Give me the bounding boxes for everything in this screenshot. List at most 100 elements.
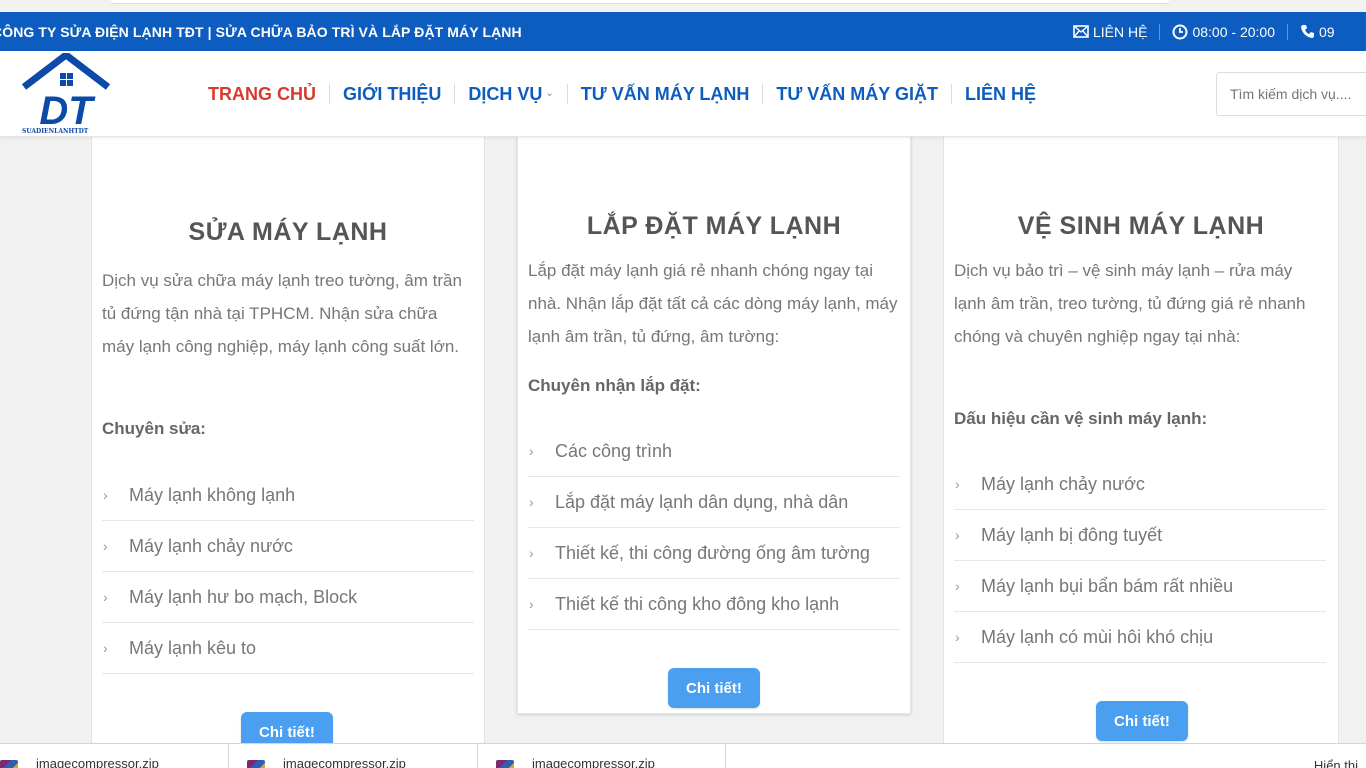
hours-label: 08:00 - 20:00 — [1192, 23, 1275, 40]
service-card-cleaning: VỆ SINH MÁY LẠNH Dịch vụ bảo trì – vệ si… — [943, 137, 1339, 743]
card-description: Lắp đặt máy lạnh giá rẻ nhanh chóng ngay… — [528, 261, 898, 346]
list-item: › Thiết kế thi công kho đông kho lạnh — [528, 579, 900, 630]
card-subheading: Chuyên nhận lắp đặt: — [528, 376, 701, 395]
contact-label: LIÊN HỆ — [1093, 23, 1148, 40]
download-item[interactable]: imagecompressor.zip — [478, 744, 726, 768]
chevron-right-icon: › — [529, 494, 534, 510]
phone-label: 09 — [1318, 23, 1335, 40]
main-nav: TRANG CHỦ GIỚI THIỆU DỊCH VỤ ⌄ TƯ VẤN MÁY… — [200, 51, 1049, 137]
list-item-label: Máy lạnh không lạnh — [129, 484, 296, 505]
chevron-right-icon: › — [955, 578, 960, 594]
services-section: SỬA MÁY LẠNH Dịch vụ sửa chữa máy lạnh t… — [0, 137, 1366, 743]
zip-file-icon — [0, 760, 18, 768]
browser-top-strip — [0, 0, 1366, 12]
zip-file-icon — [247, 760, 265, 768]
list-item: › Máy lạnh có mùi hôi khó chịu — [954, 612, 1326, 663]
card-subheading: Chuyên sửa: — [102, 419, 206, 438]
chevron-right-icon: › — [955, 629, 960, 645]
card-description: Dịch vụ bảo trì – vệ sinh máy lạnh – rửa… — [954, 261, 1306, 346]
detail-button[interactable]: Chi tiết! — [1096, 701, 1188, 741]
list-item: › Các công trình — [528, 426, 900, 477]
list-item: › Máy lạnh kêu to — [102, 623, 474, 674]
list-item: › Máy lạnh bụi bẩn bám rất nhiều — [954, 561, 1326, 612]
nav-washer-advice-label: TƯ VẤN MÁY GIẶT — [776, 84, 938, 104]
list-item-label: Lắp đặt máy lạnh dân dụng, nhà dân — [555, 491, 849, 512]
top-bar: CÔNG TY SỬA ĐIỆN LẠNH TĐT | SỬA CHỮA BẢO… — [0, 12, 1366, 51]
chevron-right-icon: › — [529, 596, 534, 612]
list-item: › Máy lạnh bị đông tuyết — [954, 510, 1326, 561]
envelope-icon — [1073, 25, 1089, 38]
chevron-right-icon: › — [103, 487, 108, 503]
site-header: DT SUADIENLANHTDT TRANG CHỦ GIỚI THIỆU D… — [0, 50, 1366, 137]
show-all-downloads[interactable]: Hiển thị — [1314, 758, 1358, 768]
card-list: › Các công trình › Lắp đặt máy lạnh dân dụ… — [528, 426, 900, 630]
nav-contact[interactable]: LIÊN HỆ — [950, 84, 1049, 104]
download-filename: imagecompressor.zip — [283, 756, 406, 768]
page-top-edge — [110, 0, 1170, 4]
download-item[interactable]: imagecompressor.zip — [229, 744, 478, 768]
zip-file-icon — [496, 760, 514, 768]
list-item-label: Máy lạnh chảy nước — [981, 473, 1145, 494]
chevron-right-icon: › — [955, 476, 960, 492]
nav-home[interactable]: TRANG CHỦ — [200, 84, 329, 104]
nav-washer-advice[interactable]: TƯ VẤN MÁY GIẶT — [762, 84, 951, 104]
card-list: › Máy lạnh không lạnh › Máy lạnh chảy nước… — [102, 470, 474, 674]
list-item-label: Máy lạnh có mùi hôi khó chịu — [981, 626, 1214, 647]
service-card-install: LẮP ĐẶT MÁY LẠNH Lắp đặt máy lạnh giá rẻ… — [517, 137, 911, 714]
phone-link[interactable]: 09 — [1286, 23, 1347, 40]
card-description: Dịch vụ sửa chữa máy lạnh treo tường, âm… — [102, 271, 462, 356]
topbar-contact-group: LIÊN HỆ 08:00 - 20:00 09 — [1070, 23, 1347, 40]
list-item: › Máy lạnh chảy nước — [954, 459, 1326, 510]
nav-about-label: GIỚI THIỆU — [343, 84, 442, 104]
logo-caption: SUADIENLANHTDT — [22, 128, 89, 135]
search-input[interactable] — [1216, 72, 1366, 116]
chevron-right-icon: › — [103, 640, 108, 656]
card-title: VỆ SINH MÁY LẠNH — [1017, 212, 1265, 240]
card-title: LẮP ĐẶT MÁY LẠNH — [586, 212, 842, 240]
detail-button[interactable]: Chi tiết! — [241, 712, 333, 743]
phone-icon — [1300, 25, 1314, 38]
nav-home-label: TRANG CHỦ — [208, 84, 316, 104]
contact-link[interactable]: LIÊN HỆ — [1070, 24, 1159, 40]
chevron-right-icon: › — [529, 545, 534, 561]
nav-services-label: DỊCH VỤ — [468, 84, 543, 104]
list-item: › Lắp đặt máy lạnh dân dụng, nhà dân — [528, 477, 900, 528]
download-filename: imagecompressor.zip — [36, 756, 159, 768]
list-item: › Thiết kế, thi công đường ống âm tường — [528, 528, 900, 579]
chevron-right-icon: › — [529, 443, 534, 459]
chevron-down-icon: ⌄ — [545, 88, 554, 99]
card-title: SỬA MÁY LẠNH — [188, 218, 388, 246]
detail-button[interactable]: Chi tiết! — [668, 668, 760, 708]
download-item[interactable]: imagecompressor.zip — [0, 744, 229, 768]
clock-icon — [1172, 24, 1188, 39]
list-item: › Máy lạnh hư bo mạch, Block — [102, 572, 474, 623]
list-item: › Máy lạnh không lạnh — [102, 470, 474, 521]
nav-about[interactable]: GIỚI THIỆU — [329, 84, 454, 104]
chevron-right-icon: › — [955, 527, 960, 543]
list-item-label: Thiết kế, thi công đường ống âm tường — [555, 542, 870, 563]
nav-contact-label: LIÊN HỆ — [964, 84, 1036, 104]
hours-info: 08:00 - 20:00 — [1159, 23, 1287, 40]
card-subheading: Dấu hiệu cần vệ sinh máy lạnh: — [954, 409, 1208, 428]
list-item-label: Máy lạnh hư bo mạch, Block — [129, 586, 358, 607]
download-filename: imagecompressor.zip — [532, 756, 655, 768]
card-list: › Máy lạnh chảy nước › Máy lạnh bị đông tu… — [954, 459, 1326, 663]
list-item-label: Máy lạnh bụi bẩn bám rất nhiều — [981, 575, 1234, 596]
download-bar: imagecompressor.zip imagecompressor.zip … — [0, 743, 1366, 768]
logo-letters: DT — [39, 89, 96, 127]
list-item-label: Thiết kế thi công kho đông kho lạnh — [555, 593, 840, 614]
company-title: CÔNG TY SỬA ĐIỆN LẠNH TĐT | SỬA CHỮA BẢO… — [0, 23, 522, 40]
list-item-label: Các công trình — [555, 440, 673, 461]
list-item-label: Máy lạnh bị đông tuyết — [981, 524, 1163, 545]
nav-ac-advice[interactable]: TƯ VẤN MÁY LẠNH — [566, 84, 763, 104]
house-logo-icon: DT — [21, 50, 111, 133]
chevron-right-icon: › — [103, 589, 108, 605]
chevron-right-icon: › — [103, 538, 108, 554]
list-item: › Máy lạnh chảy nước — [102, 521, 474, 572]
list-item-label: Máy lạnh chảy nước — [129, 535, 293, 556]
list-item-label: Máy lạnh kêu to — [129, 637, 257, 658]
nav-ac-advice-label: TƯ VẤN MÁY LẠNH — [580, 84, 750, 104]
service-card-repair: SỬA MÁY LẠNH Dịch vụ sửa chữa máy lạnh t… — [91, 137, 485, 743]
site-logo[interactable]: DT SUADIENLANHTDT — [20, 50, 112, 135]
nav-services[interactable]: DỊCH VỤ ⌄ — [454, 84, 566, 104]
